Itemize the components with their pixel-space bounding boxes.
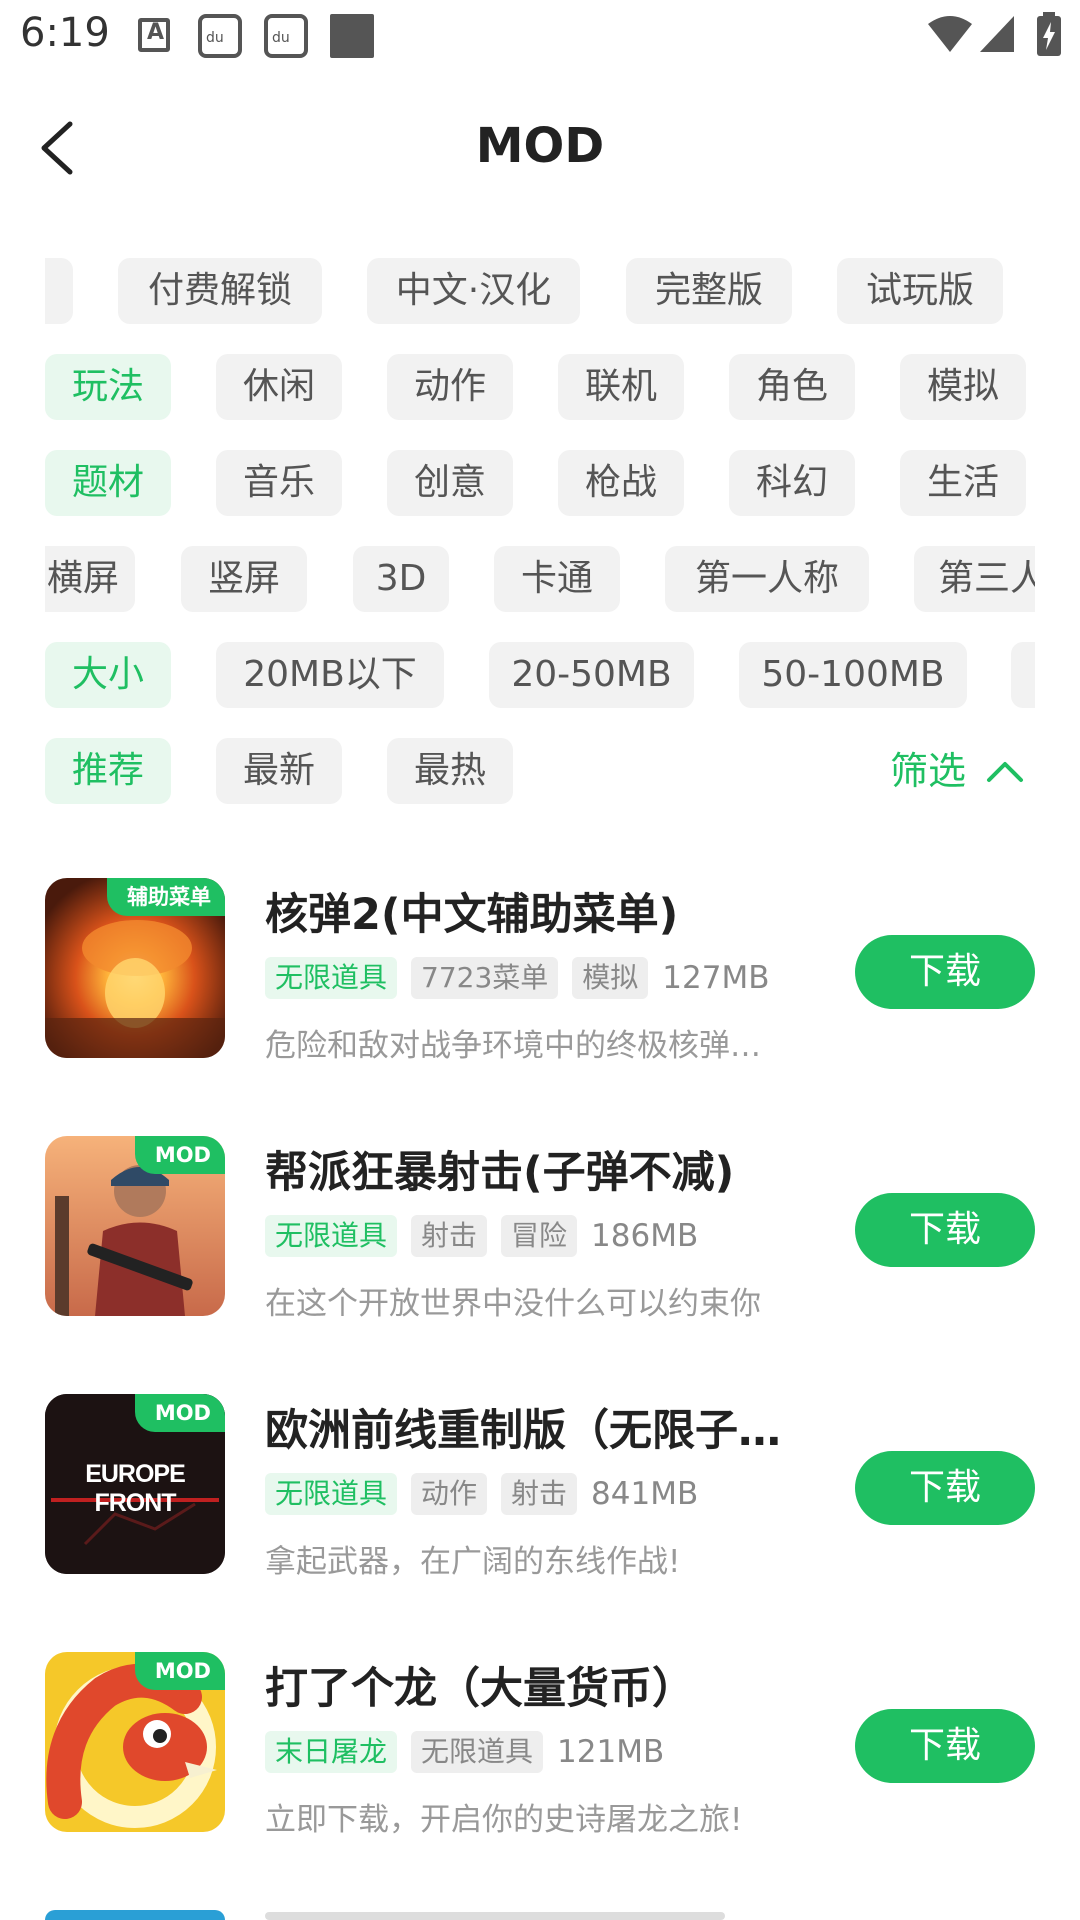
- filter-chip[interactable]: 20MB以下: [216, 642, 444, 708]
- filter-row-style[interactable]: 横屏 竖屏 3D 卡通 第一人称 第三人: [45, 546, 1035, 612]
- app-badge: MOD: [134, 1394, 225, 1432]
- app-tag: 无限道具: [411, 1731, 544, 1773]
- filter-chip[interactable]: 50-100MB: [739, 642, 967, 708]
- app-description: 危险和敌对战争环境中的终极核弹…: [265, 1028, 761, 1064]
- app-tag: 无限道具: [265, 1473, 398, 1515]
- signal-icon: [980, 16, 1014, 52]
- app-tags: 末日屠龙 无限道具 121MB: [265, 1730, 664, 1774]
- app-description: 拿起武器，在广阔的东线作战!: [265, 1544, 681, 1580]
- filter-chip[interactable]: 横屏: [45, 546, 135, 612]
- filter-row-size[interactable]: 大小 20MB以下 20-50MB 50-100MB: [45, 642, 1035, 708]
- app-title[interactable]: 欧洲前线重制版（无限子…: [265, 1396, 845, 1458]
- list-item[interactable]: MOD 帮派狂暴射击(子弹不减) 无限道具 射击 冒险 186MB 在这个开放世…: [45, 1136, 1035, 1322]
- filter-chip[interactable]: 生活: [900, 450, 1026, 516]
- list-item-partial-icon[interactable]: [45, 1910, 225, 1920]
- app-tag: 动作: [411, 1473, 488, 1515]
- app-description: 立即下载，开启你的史诗屠龙之旅!: [265, 1802, 743, 1838]
- filter-chip[interactable]: 竖屏: [181, 546, 307, 612]
- list-item[interactable]: MOD 打了个龙（大量货币） 末日屠龙 无限道具 121MB 立即下载，开启你的…: [45, 1652, 1035, 1838]
- app-tags: 无限道具 射击 冒险 186MB: [265, 1214, 698, 1258]
- app-tags: 无限道具 动作 射击 841MB: [265, 1472, 698, 1516]
- filter-chip[interactable]: 完整版: [626, 258, 792, 324]
- status-bar: 6:19 A du du: [0, 0, 1080, 74]
- app-size: 841MB: [591, 1476, 699, 1512]
- app-tag: 无限道具: [265, 1215, 398, 1257]
- app-tag: 无限道具: [265, 957, 398, 999]
- filter-chip-partial[interactable]: [45, 258, 73, 324]
- app-tag: 射击: [501, 1473, 578, 1515]
- app-tags: 无限道具 7723菜单 模拟 127MB: [265, 956, 769, 1000]
- baidu-paw-icon: du: [264, 14, 308, 58]
- list-item-partial-title[interactable]: [265, 1912, 725, 1920]
- download-button[interactable]: 下载: [855, 935, 1035, 1009]
- status-time: 6:19: [20, 10, 110, 56]
- battery-charging-icon: [1037, 12, 1061, 56]
- app-badge: MOD: [134, 1136, 225, 1174]
- list-item[interactable]: EUROPE FRONT MOD 欧洲前线重制版（无限子… 无限道具 动作 射击…: [45, 1394, 1035, 1580]
- app-badge: MOD: [134, 1652, 225, 1690]
- filter-chip[interactable]: 第三人: [914, 546, 1035, 612]
- header: MOD: [0, 74, 1080, 224]
- notification-square-icon: [330, 14, 374, 58]
- filter-row-theme[interactable]: 题材 音乐 创意 枪战 科幻 生活: [45, 450, 1035, 516]
- app-icon-europe-front[interactable]: EUROPE FRONT MOD: [45, 1394, 225, 1574]
- list-item[interactable]: 辅助菜单 核弹2(中文辅助菜单) 无限道具 7723菜单 模拟 127MB 危险…: [45, 878, 1035, 1064]
- app-tag: 7723菜单: [411, 957, 559, 999]
- filter-chip[interactable]: 试玩版: [837, 258, 1003, 324]
- page-title: MOD: [475, 118, 605, 174]
- filter-label-theme[interactable]: 题材: [45, 450, 171, 516]
- app-icon-dragon[interactable]: MOD: [45, 1652, 225, 1832]
- filter-chip[interactable]: 创意: [387, 450, 513, 516]
- app-size: 121MB: [557, 1734, 665, 1770]
- filter-chip[interactable]: 休闲: [216, 354, 342, 420]
- filter-row-version[interactable]: 付费解锁 中文·汉化 完整版 试玩版: [45, 258, 1035, 324]
- filter-chip[interactable]: 卡通: [494, 546, 620, 612]
- app-title[interactable]: 核弹2(中文辅助菜单): [265, 880, 845, 942]
- filter-label-gameplay[interactable]: 玩法: [45, 354, 171, 420]
- app-badge: 辅助菜单: [107, 878, 225, 916]
- app-icon-nuke[interactable]: 辅助菜单: [45, 878, 225, 1058]
- filter-chip[interactable]: 中文·汉化: [367, 258, 580, 324]
- filter-chip[interactable]: 科幻: [729, 450, 855, 516]
- keyboard-a-icon: A: [138, 18, 170, 52]
- wifi-icon: [928, 16, 972, 52]
- app-icon-text: EUROPE FRONT: [85, 1460, 186, 1517]
- filter-chip[interactable]: 付费解锁: [118, 258, 322, 324]
- app-tag: 射击: [411, 1215, 488, 1257]
- download-button[interactable]: 下载: [855, 1451, 1035, 1525]
- app-icon-gang-shooter[interactable]: MOD: [45, 1136, 225, 1316]
- filter-row-gameplay[interactable]: 玩法 休闲 动作 联机 角色 模拟: [45, 354, 1035, 420]
- app-description: 在这个开放世界中没什么可以约束你: [265, 1286, 761, 1322]
- filter-chip[interactable]: 角色: [729, 354, 855, 420]
- app-title[interactable]: 打了个龙（大量货币）: [265, 1654, 845, 1716]
- app-size: 127MB: [662, 960, 770, 996]
- filter-chip[interactable]: 3D: [353, 546, 449, 612]
- filter-chip[interactable]: 音乐: [216, 450, 342, 516]
- app-tag: 冒险: [501, 1215, 578, 1257]
- filter-chip[interactable]: 动作: [387, 354, 513, 420]
- filter-chip[interactable]: 第一人称: [665, 546, 869, 612]
- baidu-paw-icon: du: [198, 14, 242, 58]
- app-title[interactable]: 帮派狂暴射击(子弹不减): [265, 1138, 845, 1200]
- app-size: 186MB: [591, 1218, 699, 1254]
- download-button[interactable]: 下载: [855, 1709, 1035, 1783]
- filter-chip[interactable]: 模拟: [900, 354, 1026, 420]
- filter-toggle-label[interactable]: 筛选: [890, 738, 966, 804]
- download-button[interactable]: 下载: [855, 1193, 1035, 1267]
- filter-chip[interactable]: 20-50MB: [489, 642, 694, 708]
- app-tag: 模拟: [572, 957, 649, 999]
- filter-toggle[interactable]: 筛选: [0, 738, 1080, 804]
- filter-label-size[interactable]: 大小: [45, 642, 171, 708]
- filter-chip[interactable]: 枪战: [558, 450, 684, 516]
- app-tag: 末日屠龙: [265, 1731, 398, 1773]
- filter-chip-partial[interactable]: [1011, 642, 1035, 708]
- filter-chip[interactable]: 联机: [558, 354, 684, 420]
- chevron-up-icon[interactable]: [985, 755, 1025, 785]
